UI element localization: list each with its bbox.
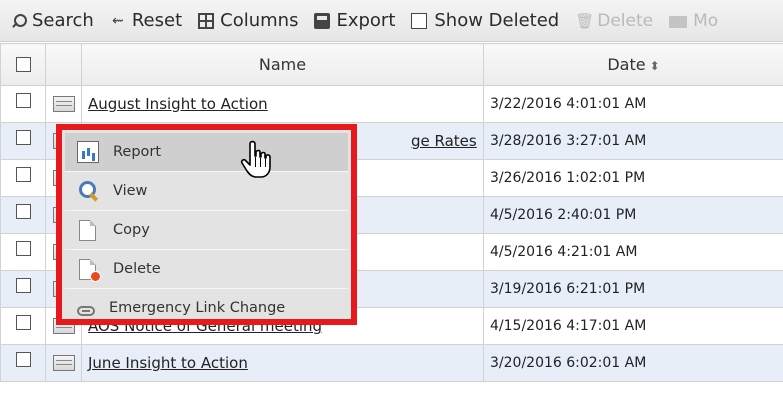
menu-item-view[interactable]: View: [65, 172, 348, 210]
row-context-menu: Report View Copy Delete Emergency Link C…: [56, 124, 357, 325]
search-label: Search: [32, 10, 94, 31]
row-date: 3/28/2016 3:27:01 AM: [490, 133, 647, 149]
folder-icon: [669, 16, 688, 28]
row-date: 4/5/2016 4:21:01 AM: [490, 244, 638, 260]
row-checkbox[interactable]: [15, 203, 31, 219]
row-date: 4/5/2016 2:40:01 PM: [490, 207, 637, 223]
menu-item-label: Delete: [113, 261, 161, 277]
move-label: Mo: [693, 10, 719, 31]
row-checkbox[interactable]: [15, 351, 31, 367]
row-date: 3/22/2016 4:01:01 AM: [490, 96, 647, 112]
row-date: 4/15/2016 4:17:01 AM: [490, 318, 647, 334]
menu-item-report[interactable]: Report: [65, 133, 348, 171]
row-name-link[interactable]: ge Rates: [411, 132, 477, 150]
menu-item-emergency-link-change[interactable]: Emergency Link Change: [65, 289, 348, 327]
table-row[interactable]: August Insight to Action 3/22/2016 4:01:…: [0, 85, 783, 123]
menu-item-label: View: [113, 183, 148, 199]
trash-icon: 🗑: [575, 11, 595, 30]
row-menu-icon[interactable]: [52, 96, 75, 112]
row-name-link[interactable]: August Insight to Action: [88, 95, 268, 113]
sort-icon[interactable]: ⬍: [650, 59, 660, 73]
row-checkbox[interactable]: [15, 314, 31, 330]
delete-label: Delete: [597, 10, 654, 31]
menu-item-label: Emergency Link Change: [109, 300, 286, 316]
row-name-link[interactable]: June Insight to Action: [88, 354, 248, 372]
name-header[interactable]: Name: [81, 43, 484, 86]
show-deleted-checkbox[interactable]: [411, 12, 428, 29]
export-button[interactable]: Export: [314, 10, 395, 31]
row-checkbox[interactable]: [15, 166, 31, 182]
link-icon: [77, 306, 95, 316]
menu-item-copy[interactable]: Copy: [65, 211, 348, 249]
row-date: 3/20/2016 6:02:01 AM: [490, 355, 647, 371]
row-menu-icon[interactable]: [52, 355, 75, 371]
menu-item-delete[interactable]: Delete: [65, 250, 348, 288]
delete-badge-icon: [90, 270, 101, 282]
menu-item-label: Report: [113, 144, 162, 160]
reset-button[interactable]: ⇜ Reset: [110, 10, 182, 31]
export-icon: [314, 12, 331, 29]
row-date: 3/19/2016 6:21:01 PM: [490, 281, 646, 297]
grid-toolbar: Search ⇜ Reset Columns Export Show Delet…: [0, 0, 783, 42]
icon-header: [45, 43, 82, 86]
search-icon: [10, 13, 27, 29]
columns-button[interactable]: Columns: [198, 10, 298, 31]
row-checkbox[interactable]: [15, 277, 31, 293]
date-header[interactable]: Date ⬍: [483, 43, 783, 86]
show-deleted-toggle[interactable]: Show Deleted: [411, 10, 559, 31]
menu-item-label: Copy: [113, 222, 150, 238]
delete-icon: [79, 258, 101, 282]
row-checkbox[interactable]: [15, 240, 31, 256]
report-icon: [77, 141, 99, 163]
select-all-cell[interactable]: [0, 43, 46, 86]
show-deleted-label: Show Deleted: [434, 10, 560, 31]
search-button[interactable]: Search: [10, 10, 94, 31]
select-all-checkbox[interactable]: [15, 57, 31, 72]
delete-button[interactable]: 🗑 Delete: [575, 11, 653, 31]
table-row[interactable]: June Insight to Action 3/20/2016 6:02:01…: [0, 344, 783, 382]
row-date: 3/26/2016 1:02:01 PM: [490, 170, 646, 186]
row-checkbox[interactable]: [15, 92, 31, 108]
view-icon: [77, 180, 99, 202]
header-row: Name Date ⬍: [0, 43, 783, 86]
columns-label: Columns: [220, 10, 299, 31]
export-label: Export: [336, 10, 396, 31]
reset-icon: ⇜: [111, 12, 124, 29]
move-button[interactable]: Mo: [669, 11, 718, 31]
hand-pointer-icon: [240, 140, 271, 178]
reset-label: Reset: [131, 10, 183, 31]
copy-icon: [79, 219, 96, 241]
row-checkbox[interactable]: [15, 129, 31, 145]
columns-icon: [198, 12, 215, 29]
